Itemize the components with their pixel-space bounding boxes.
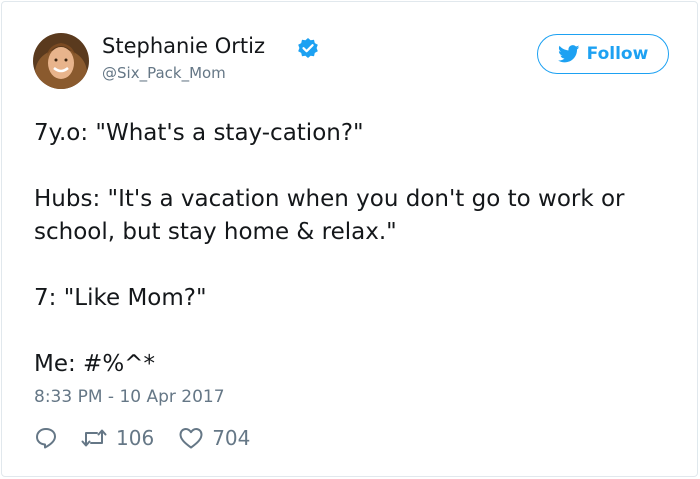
tweet-paragraph: Me: #%^* [34,351,155,377]
reply-icon [34,426,58,450]
follow-button[interactable]: Follow [537,34,669,74]
tweet-text: 7y.o: "What's a stay-cation?" Hubs: "It'… [34,117,674,381]
retweet-button[interactable]: 106 [80,426,154,450]
like-button[interactable]: 704 [178,426,250,450]
tweet-paragraph: 7y.o: "What's a stay-cation?" [34,120,364,146]
follow-label: Follow [586,44,649,64]
tweet-timestamp[interactable]: 8:33 PM - 10 Apr 2017 [34,387,225,407]
retweet-count: 106 [116,426,155,450]
tweet-paragraph: 7: "Like Mom?" [34,285,207,311]
retweet-icon [80,426,108,450]
tweet-paragraph: Hubs: "It's a vacation when you don't go… [34,186,632,245]
heart-icon [178,426,204,450]
like-count: 704 [212,426,251,450]
tweet-card: Stephanie Ortiz @Six_Pack_Mom Follow 7y.… [1,1,698,477]
user-avatar[interactable] [33,33,89,89]
reply-button[interactable] [34,426,58,450]
display-name[interactable]: Stephanie Ortiz [102,34,265,58]
user-handle[interactable]: @Six_Pack_Mom [102,64,226,82]
tweet-actions: 106 704 [34,424,250,452]
verified-badge-icon [297,37,319,59]
twitter-bird-icon [557,45,580,63]
